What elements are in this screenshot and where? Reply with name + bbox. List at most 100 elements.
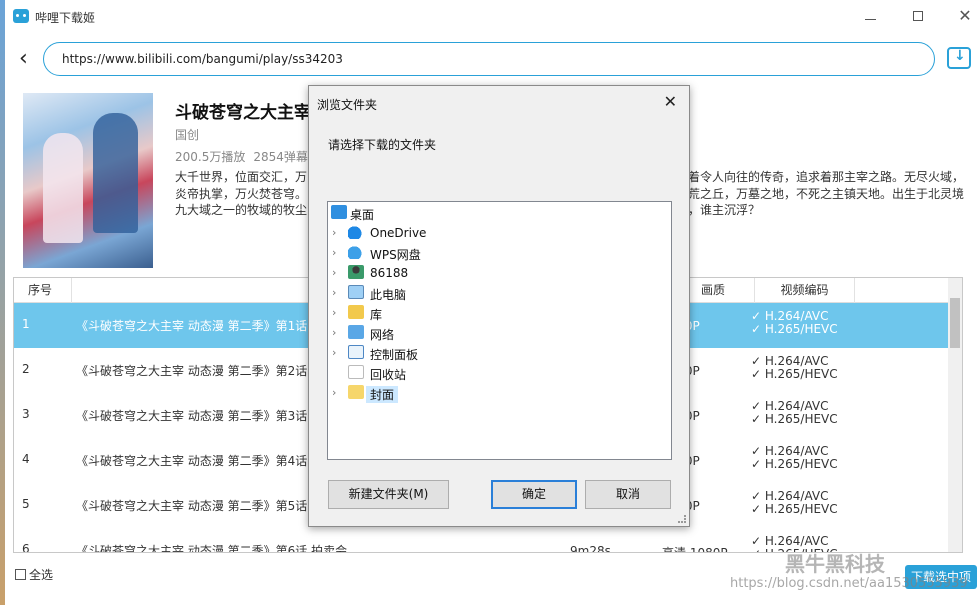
tree-item-label: WPS网盘 [370,248,421,262]
row-seq: 1 [22,317,30,331]
description-line: 着令人向往的传奇，追求着那主宰之路。无尽火域， [688,170,965,184]
tree-item-label: 封面 [366,386,399,403]
row-name: 《斗破苍穹之大主宰 动态漫 第二季》第1话 牧 [76,319,324,333]
tree-item-label: 桌面 [350,208,375,222]
chevron-right-icon[interactable]: › [332,326,336,339]
codec-label: ✓ H.265/HEVC [751,502,838,516]
anime-region: 国创 [175,128,200,142]
chevron-right-icon[interactable]: › [332,386,336,399]
download-icon[interactable] [947,47,971,69]
maximize-button[interactable] [908,6,928,26]
computer-icon [348,285,364,299]
chevron-right-icon[interactable]: › [332,246,336,259]
row-codecs: ✓ H.264/AVC✓ H.265/HEVC [751,445,838,471]
codec-label: ✓ H.265/HEVC [751,457,838,471]
tree-item-label: 网络 [370,328,395,342]
description-line: 九大域之一的牧域的牧尘 [175,203,308,217]
tree-item[interactable]: › 控制面板 [328,343,668,363]
table-scrollbar[interactable] [948,278,962,552]
minimize-button[interactable] [860,6,880,26]
ok-button[interactable]: 确定 [491,480,577,509]
scrollbar-thumb[interactable] [950,298,960,348]
watermark-brand: 黑牛黑科技 [785,552,885,576]
tree-item-label: 回收站 [370,368,407,382]
tree-item-label: OneDrive [370,226,427,240]
anime-cover-image [23,93,153,268]
new-folder-button[interactable]: 新建文件夹(M) [328,480,449,509]
folder-tree: 桌面 › OneDrive › WPS网盘 › 86188 › 此电脑 › 库 › 网络 › 控制面板 回收站… [327,201,672,460]
tree-item-label: 库 [370,308,383,322]
row-name: 《斗破苍穹之大主宰 动态漫 第二季》第4话 灵 [76,454,324,468]
chevron-right-icon[interactable]: › [332,286,336,299]
row-name: 《斗破苍穹之大主宰 动态漫 第二季》第5话 灵 [76,499,324,513]
anime-title: 斗破苍穹之大主宰 2 [175,103,329,123]
tree-item[interactable]: › OneDrive [328,223,668,243]
row-duration: 9m28s [570,544,611,553]
browse-folder-dialog: 浏览文件夹 ✕ 请选择下载的文件夹 桌面 › OneDrive › WPS网盘 › 8618… [308,85,690,527]
row-name: 《斗破苍穹之大主宰 动态漫 第二季》第3话 清 [76,409,324,423]
row-codecs: ✓ H.264/AVC✓ H.265/HEVC [751,310,838,336]
dialog-prompt: 请选择下载的文件夹 [328,138,437,152]
checkbox-icon[interactable] [15,569,26,580]
recycle-bin-icon [348,365,364,379]
row-codecs: ✓ H.264/AVC✓ H.265/HEVC [751,355,838,381]
tree-item[interactable]: › 86188 [328,263,668,283]
resize-grip-icon[interactable] [678,515,686,523]
description-line: 炎帝执掌，万火焚苍穹。 [175,187,308,201]
codec-label: ✓ H.265/HEVC [751,322,838,336]
dialog-close-icon[interactable]: ✕ [664,92,677,111]
row-seq: 6 [22,542,30,553]
cloud-icon [348,245,364,259]
tree-item[interactable]: › 网络 [328,323,668,343]
close-window-button[interactable]: ✕ [955,6,975,26]
select-all-checkbox[interactable]: 全选 [15,566,53,583]
tree-item[interactable]: › 库 [328,303,668,323]
user-icon [348,265,364,279]
cancel-button[interactable]: 取消 [585,480,671,509]
row-codecs: ✓ H.264/AVC✓ H.265/HEVC [751,490,838,516]
row-name: 《斗破苍穹之大主宰 动态漫 第二季》第2话 牧 [76,364,324,378]
tree-item[interactable]: › 封面 [328,383,668,403]
row-seq: 2 [22,362,30,376]
description-line: 大千世界，位面交汇，万 [175,170,308,184]
row-seq: 5 [22,497,30,511]
danmaku-count: 2854弹幕 [253,150,308,164]
row-seq: 3 [22,407,30,421]
codec-label: ✓ H.265/HEVC [751,367,838,381]
cloud-icon [348,225,364,239]
column-header-seq[interactable]: 序号 [14,278,72,303]
description-line: ，谁主沉浮？ [688,203,761,217]
tree-item[interactable]: 回收站 [328,363,668,383]
row-name: 《斗破苍穹之大主宰 动态漫 第二季》第6话 拍卖会 [76,544,348,553]
play-count: 200.5万播放 [175,150,246,164]
tree-item[interactable]: › 此电脑 [328,283,668,303]
desktop-icon [331,205,347,219]
back-icon[interactable]: ‹ [19,48,35,70]
select-all-label: 全选 [29,568,54,582]
column-header-codec[interactable]: 视频编码 [755,278,855,303]
app-title: 哔哩下载姬 [35,11,96,25]
tree-item[interactable]: 桌面 [328,203,668,223]
codec-label: ✓ H.265/HEVC [751,412,838,426]
chevron-right-icon[interactable]: › [332,266,336,279]
tree-item-label: 控制面板 [370,348,419,362]
watermark-url: https://blog.csdn.net/aa1530555939 [730,576,968,591]
anime-stats: 200.5万播放 2854弹幕 [175,148,308,165]
tree-item-label: 86188 [370,266,409,280]
network-icon [348,325,364,339]
tree-item[interactable]: › WPS网盘 [328,243,668,263]
dialog-title: 浏览文件夹 [317,98,378,112]
library-icon [348,305,364,319]
chevron-right-icon[interactable]: › [332,346,336,359]
row-seq: 4 [22,452,30,466]
description-line: 荒之丘，万墓之地，不死之主镇天地。出生于北灵境 [688,187,965,201]
folder-icon [348,385,364,399]
url-input[interactable] [43,42,935,76]
app-logo-icon [13,9,29,23]
chevron-right-icon[interactable]: › [332,226,336,239]
title-bar: 哔哩下载姬 ✕ [5,0,977,34]
row-quality: 高清 1080P [662,546,728,553]
chevron-right-icon[interactable]: › [332,306,336,319]
row-codecs: ✓ H.264/AVC✓ H.265/HEVC [751,400,838,426]
tree-item-label: 此电脑 [370,288,407,302]
